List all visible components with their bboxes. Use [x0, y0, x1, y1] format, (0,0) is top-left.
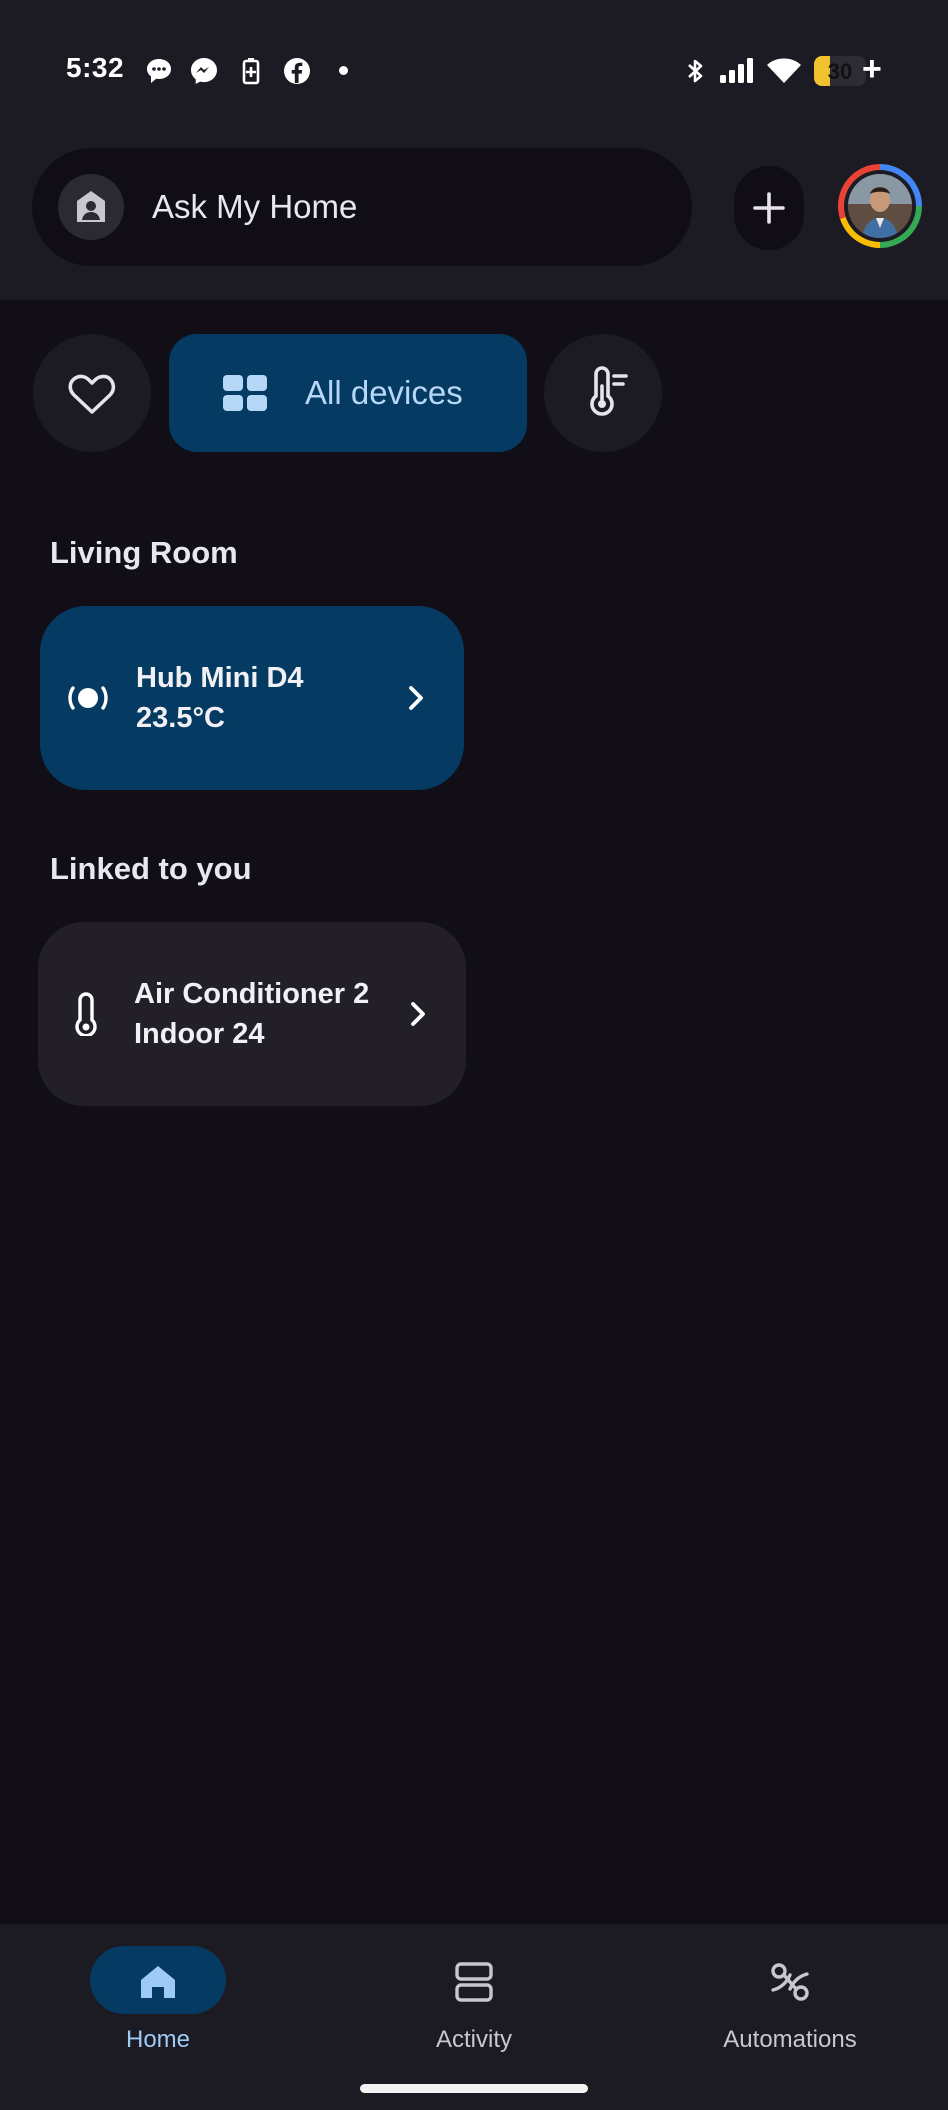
- status-time: 5:32: [66, 52, 125, 83]
- profile-avatar-button[interactable]: [838, 164, 922, 248]
- notification-dot-icon: [339, 66, 348, 75]
- thermometer-icon: [590, 366, 628, 416]
- nav-label-automations: Automations: [723, 2026, 857, 2053]
- nav-item-automations[interactable]: Automations: [632, 1934, 948, 2064]
- device-status: 23.5°C: [136, 702, 225, 734]
- facebook-icon: [284, 58, 310, 84]
- heart-icon: [68, 374, 116, 414]
- device-name: Hub Mini D4: [136, 662, 304, 694]
- ask-my-home-bar[interactable]: Ask My Home: [32, 148, 692, 266]
- device-card-air-conditioner-2[interactable]: Air Conditioner 2 Indoor 24: [38, 922, 466, 1106]
- climate-filter-chip[interactable]: [544, 334, 662, 452]
- thermometer-icon: [75, 992, 97, 1036]
- nav-label-home: Home: [125, 2026, 191, 2053]
- avatar-ring: [844, 170, 916, 242]
- automations-icon: [771, 1963, 809, 2001]
- hub-icon: [68, 686, 108, 710]
- ask-my-home-label: Ask My Home: [152, 188, 358, 225]
- battery-saver-icon: [242, 58, 260, 85]
- home-icon: [141, 1966, 175, 1998]
- all-devices-label: All devices: [305, 374, 463, 411]
- device-name: Air Conditioner 2: [134, 978, 370, 1010]
- nav-label-activity: Activity: [435, 2026, 512, 2053]
- activity-icon: [455, 1962, 493, 2002]
- device-card-hub-mini-d4[interactable]: Hub Mini D4 23.5°C: [40, 606, 464, 790]
- battery-plus: +: [862, 50, 882, 88]
- chevron-right-icon: [409, 686, 423, 710]
- plus-icon: [753, 192, 785, 224]
- battery-level: 30: [827, 59, 853, 84]
- home-assistant-icon: [58, 174, 124, 240]
- section-title-living-room: Living Room: [50, 535, 238, 570]
- nav-item-home[interactable]: Home: [0, 1934, 316, 2064]
- profile-photo: [848, 174, 912, 238]
- battery-indicator: 30: [814, 56, 866, 86]
- status-bar: 5:32 30 +: [0, 0, 948, 140]
- chat-bubble-icon: [147, 59, 171, 83]
- all-devices-filter-chip[interactable]: All devices: [169, 334, 527, 452]
- grid-icon: [223, 375, 267, 411]
- messenger-icon: [191, 58, 217, 84]
- bottom-navigation: Home Activity Automations: [0, 1924, 948, 2110]
- gesture-home-indicator[interactable]: [360, 2084, 588, 2093]
- wifi-icon: [767, 58, 801, 83]
- nav-item-activity[interactable]: Activity: [316, 1934, 632, 2064]
- bluetooth-icon: [688, 59, 703, 83]
- favorites-filter-chip[interactable]: [33, 334, 151, 452]
- add-button[interactable]: [734, 166, 804, 250]
- chevron-right-icon: [411, 1002, 425, 1026]
- device-status: Indoor 24: [134, 1018, 265, 1050]
- section-title-linked-to-you: Linked to you: [50, 851, 252, 886]
- signal-icon: [720, 58, 753, 83]
